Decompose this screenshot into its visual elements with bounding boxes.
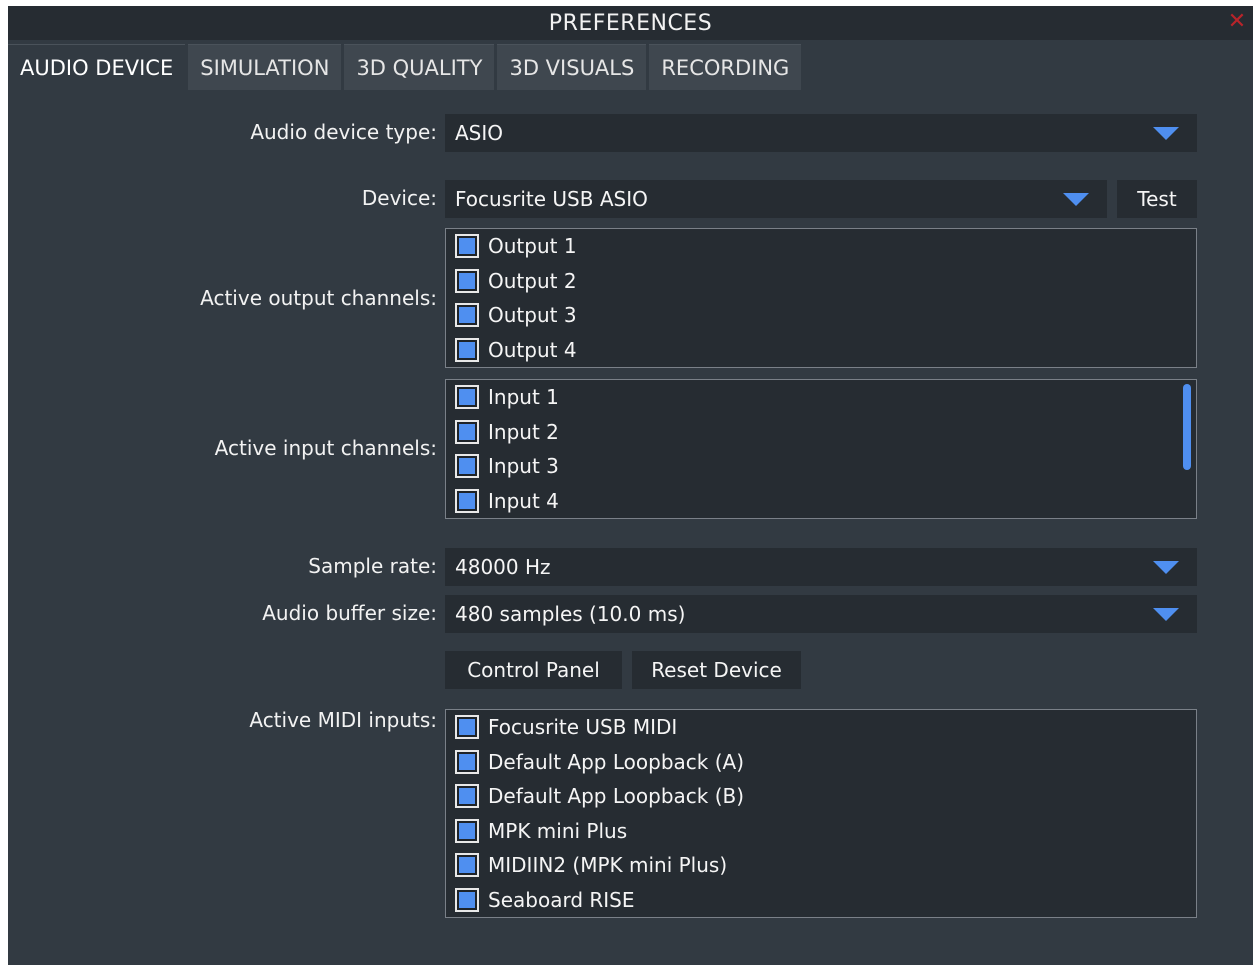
tab-audio-device[interactable]: AUDIO DEVICE	[8, 44, 186, 90]
list-item[interactable]: Focusrite USB MIDI	[455, 712, 677, 742]
control-panel-button[interactable]: Control Panel	[445, 651, 622, 689]
item-label: Input 1	[488, 385, 559, 409]
audio-device-type-dropdown[interactable]: ASIO	[445, 114, 1197, 152]
list-item[interactable]: Output 1	[455, 231, 577, 261]
output-channels-list: Output 1 Output 2 Output 3 Output 4	[445, 228, 1197, 368]
checkbox[interactable]	[455, 338, 479, 362]
checkbox[interactable]	[455, 454, 479, 478]
checkbox[interactable]	[455, 385, 479, 409]
list-item[interactable]: MPK mini Plus	[455, 816, 627, 846]
item-label: Seaboard RISE	[488, 888, 635, 912]
checkbox[interactable]	[455, 888, 479, 912]
buffer-size-label: Audio buffer size:	[262, 601, 437, 625]
midi-inputs-list: Focusrite USB MIDI Default App Loopback …	[445, 709, 1197, 918]
list-item[interactable]: Input 2	[455, 417, 559, 447]
tab-label: 3D VISUALS	[509, 55, 635, 80]
item-label: Input 4	[488, 489, 559, 513]
input-channels-list: Input 1 Input 2 Input 3 Input 4	[445, 379, 1197, 519]
item-label: MPK mini Plus	[488, 819, 628, 843]
tab-3d-quality[interactable]: 3D QUALITY	[344, 44, 495, 90]
list-item[interactable]: Output 4	[455, 335, 577, 365]
scrollbar[interactable]	[1183, 384, 1191, 470]
tab-recording[interactable]: RECORDING	[649, 44, 802, 90]
tab-label: 3D QUALITY	[356, 55, 483, 80]
chevron-down-icon	[1153, 127, 1179, 140]
list-item[interactable]: MIDIIN2 (MPK mini Plus)	[455, 850, 727, 880]
list-item[interactable]: Input 3	[455, 451, 559, 481]
device-value: Focusrite USB ASIO	[455, 187, 648, 211]
midi-inputs-label: Active MIDI inputs:	[249, 708, 437, 732]
audio-device-type-label: Audio device type:	[250, 120, 437, 144]
chevron-down-icon	[1153, 608, 1179, 621]
checkbox[interactable]	[455, 269, 479, 293]
sample-rate-label: Sample rate:	[308, 554, 437, 578]
tab-label: AUDIO DEVICE	[20, 55, 174, 80]
checkbox[interactable]	[455, 784, 479, 808]
title-bar: PREFERENCES ✕	[8, 6, 1253, 40]
close-icon[interactable]: ✕	[1227, 11, 1247, 33]
checkbox[interactable]	[455, 715, 479, 739]
item-label: Output 4	[488, 338, 577, 362]
checkbox[interactable]	[455, 420, 479, 444]
tab-3d-visuals[interactable]: 3D VISUALS	[497, 44, 647, 90]
sample-rate-dropdown[interactable]: 48000 Hz	[445, 548, 1197, 586]
reset-device-button[interactable]: Reset Device	[632, 651, 801, 689]
audio-device-type-value: ASIO	[455, 121, 504, 145]
item-label: Output 3	[488, 303, 577, 327]
window-title: PREFERENCES	[548, 10, 713, 36]
list-item[interactable]: Default App Loopback (A)	[455, 747, 744, 777]
list-item[interactable]: Input 4	[455, 486, 559, 516]
item-label: Output 2	[488, 269, 577, 293]
item-label: Output 1	[488, 234, 577, 258]
list-item[interactable]: Seaboard RISE	[455, 885, 635, 915]
checkbox[interactable]	[455, 234, 479, 258]
buffer-size-dropdown[interactable]: 480 samples (10.0 ms)	[445, 595, 1197, 633]
item-label: Input 2	[488, 420, 559, 444]
chevron-down-icon	[1153, 561, 1179, 574]
item-label: MIDIIN2 (MPK mini Plus)	[488, 853, 728, 877]
item-label: Default App Loopback (B)	[488, 784, 745, 808]
tab-label: RECORDING	[661, 55, 790, 80]
input-channels-label: Active input channels:	[214, 436, 437, 460]
checkbox[interactable]	[455, 303, 479, 327]
sample-rate-value: 48000 Hz	[455, 555, 551, 579]
checkbox[interactable]	[455, 853, 479, 877]
list-item[interactable]: Output 3	[455, 300, 577, 330]
item-label: Focusrite USB MIDI	[488, 715, 678, 739]
item-label: Default App Loopback (A)	[488, 750, 744, 774]
device-label: Device:	[361, 186, 437, 210]
item-label: Input 3	[488, 454, 559, 478]
test-button[interactable]: Test	[1117, 180, 1197, 218]
list-item[interactable]: Output 2	[455, 266, 577, 296]
checkbox[interactable]	[455, 489, 479, 513]
list-item[interactable]: Default App Loopback (B)	[455, 781, 744, 811]
checkbox[interactable]	[455, 819, 479, 843]
checkbox[interactable]	[455, 750, 479, 774]
buffer-size-value: 480 samples (10.0 ms)	[455, 602, 686, 626]
device-dropdown[interactable]: Focusrite USB ASIO	[445, 180, 1107, 218]
tab-bar: AUDIO DEVICE SIMULATION 3D QUALITY 3D VI…	[8, 44, 802, 90]
tab-label: SIMULATION	[200, 55, 330, 80]
chevron-down-icon	[1063, 193, 1089, 206]
output-channels-label: Active output channels:	[200, 286, 437, 310]
list-item[interactable]: Input 1	[455, 382, 559, 412]
tab-simulation[interactable]: SIMULATION	[188, 44, 342, 90]
